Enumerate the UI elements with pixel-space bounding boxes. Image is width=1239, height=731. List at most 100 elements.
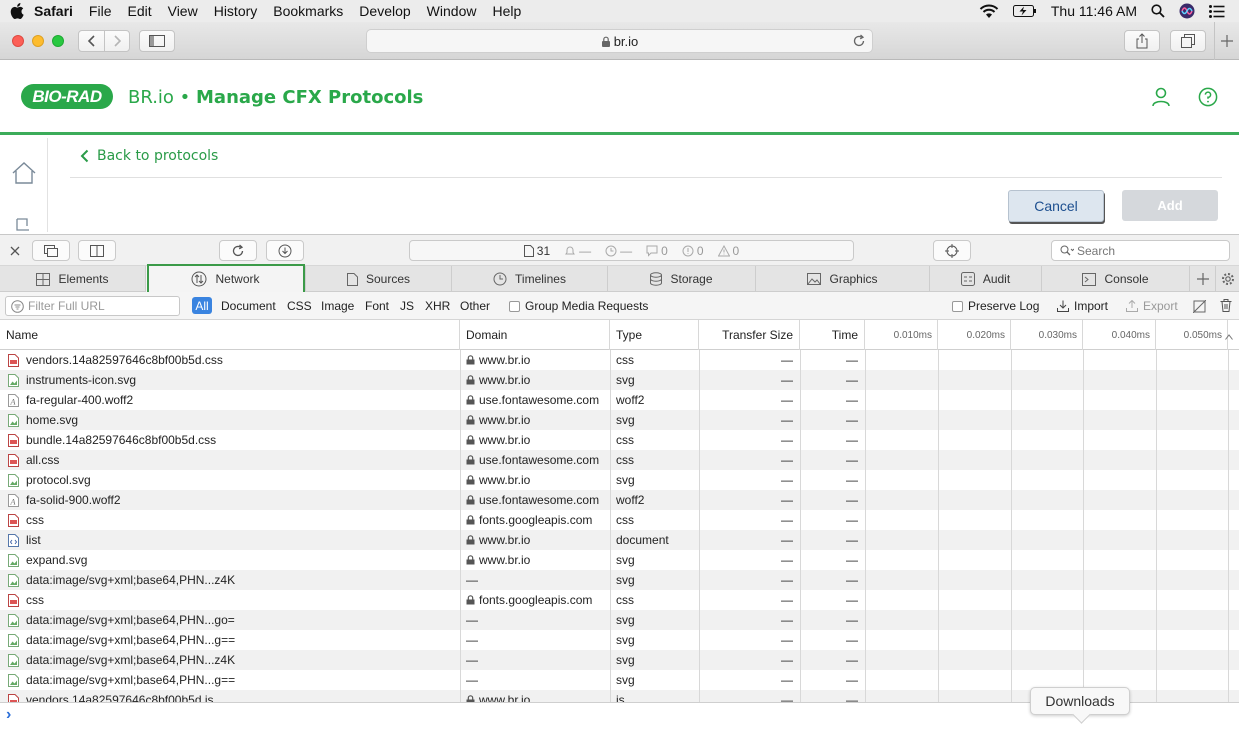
download-archive-button[interactable] — [266, 240, 304, 261]
preserve-log-checkbox[interactable]: Preserve Log — [952, 299, 1039, 313]
menu-window[interactable]: Window — [427, 3, 477, 19]
table-row[interactable]: list www.br.io document — — — [0, 530, 1239, 550]
dock-side-button[interactable] — [78, 240, 116, 261]
resource-status-pill[interactable]: 31 — — 0 0 0 — [409, 240, 854, 261]
filter-url-input[interactable]: Filter Full URL — [5, 296, 180, 316]
spotlight-search-icon[interactable] — [1151, 4, 1165, 18]
forward-arrow-icon[interactable] — [105, 34, 129, 48]
menu-history[interactable]: History — [214, 3, 258, 19]
table-row[interactable]: all.css use.fontawesome.com css — — — [0, 450, 1239, 470]
back-to-protocols-link[interactable]: Back to protocols — [80, 148, 218, 164]
column-header-type[interactable]: Type — [610, 320, 699, 350]
sidebar-toggle-button[interactable] — [139, 30, 175, 52]
share-button[interactable] — [1124, 30, 1160, 52]
trash-icon[interactable] — [1220, 299, 1232, 312]
cell-domain: — — [466, 650, 606, 670]
resource-type: svg — [616, 473, 635, 487]
add-button[interactable]: Add — [1122, 190, 1218, 221]
tab-sources[interactable]: Sources — [306, 266, 452, 292]
tab-timelines[interactable]: Timelines — [452, 266, 608, 292]
add-tab-button[interactable] — [1190, 266, 1216, 292]
tab-audit[interactable]: Audit — [930, 266, 1042, 292]
reload-icon[interactable] — [852, 34, 866, 48]
zoom-window-button[interactable] — [52, 35, 64, 47]
table-row[interactable]: css fonts.googleapis.com css — — — [0, 510, 1239, 530]
filter-type-all[interactable]: All — [192, 297, 212, 314]
menu-file[interactable]: File — [89, 3, 112, 19]
home-icon[interactable] — [11, 161, 37, 185]
menu-help[interactable]: Help — [492, 3, 521, 19]
export-button[interactable]: Export — [1126, 299, 1178, 313]
filter-type-css[interactable]: CSS — [287, 299, 312, 313]
table-row[interactable]: data:image/svg+xml;base64,PHN...z4K — svg —… — [0, 650, 1239, 670]
table-row[interactable]: vendors.14a82597646c8bf00b5d.css www.br.i… — [0, 350, 1239, 370]
column-header-name[interactable]: Name — [0, 320, 460, 350]
table-row[interactable]: css fonts.googleapis.com css — — — [0, 590, 1239, 610]
help-icon[interactable] — [1198, 87, 1218, 107]
tab-network[interactable]: Network — [146, 266, 306, 292]
reload-page-button[interactable] — [219, 240, 257, 261]
minimize-window-button[interactable] — [32, 35, 44, 47]
table-row[interactable]: data:image/svg+xml;base64,PHN...z4K — svg —… — [0, 570, 1239, 590]
table-row[interactable]: expand.svg www.br.io svg — — — [0, 550, 1239, 570]
menu-develop[interactable]: Develop — [359, 3, 410, 19]
group-media-requests-checkbox[interactable]: Group Media Requests — [509, 299, 648, 313]
detach-inspector-button[interactable] — [32, 240, 70, 261]
menu-view[interactable]: View — [168, 3, 198, 19]
cancel-button[interactable]: Cancel — [1008, 190, 1104, 222]
wifi-icon[interactable] — [979, 4, 999, 19]
column-header-transfer-size[interactable]: Transfer Size — [699, 320, 800, 350]
element-picker-button[interactable] — [933, 240, 971, 261]
tabs-overview-button[interactable] — [1170, 30, 1206, 52]
back-forward-buttons[interactable] — [78, 30, 130, 52]
cell-name: css — [8, 510, 456, 530]
document-icon — [523, 244, 534, 257]
bio-rad-logo[interactable]: BIO-RAD — [21, 84, 113, 109]
notification-center-icon[interactable] — [1209, 4, 1225, 18]
column-header-time[interactable]: Time — [800, 320, 865, 350]
protocol-icon[interactable] — [15, 218, 31, 232]
new-tab-button[interactable] — [1214, 22, 1239, 60]
tab-storage[interactable]: Storage — [608, 266, 756, 292]
network-table-body: vendors.14a82597646c8bf00b5d.css www.br.i… — [0, 350, 1239, 702]
filter-type-font[interactable]: Font — [365, 299, 389, 313]
battery-icon[interactable] — [1012, 5, 1037, 17]
filter-type-image[interactable]: Image — [321, 299, 354, 313]
inspector-settings-button[interactable] — [1216, 266, 1239, 292]
table-row[interactable]: bundle.14a82597646c8bf00b5d.css www.br.io… — [0, 430, 1239, 450]
sort-ascending-icon[interactable] — [1225, 334, 1233, 340]
table-row[interactable]: data:image/svg+xml;base64,PHN...g== — svg —… — [0, 630, 1239, 650]
filter-type-xhr[interactable]: XHR — [425, 299, 450, 313]
close-window-button[interactable] — [12, 35, 24, 47]
tab-graphics[interactable]: Graphics — [756, 266, 930, 292]
menu-bookmarks[interactable]: Bookmarks — [273, 3, 343, 19]
address-bar[interactable]: br.io — [366, 29, 873, 53]
filter-type-other[interactable]: Other — [460, 299, 490, 313]
table-row[interactable]: home.svg www.br.io svg — — — [0, 410, 1239, 430]
table-row[interactable]: instruments-icon.svg www.br.io svg — — — [0, 370, 1239, 390]
tab-console[interactable]: Console — [1042, 266, 1190, 292]
user-account-icon[interactable] — [1152, 87, 1170, 107]
filter-type-document[interactable]: Document — [221, 299, 276, 313]
back-arrow-icon[interactable] — [80, 34, 104, 48]
filter-type-js[interactable]: JS — [400, 299, 414, 313]
menu-clock[interactable]: Thu 11:46 AM — [1051, 3, 1137, 19]
resource-name: vendors.14a82597646c8bf00b5d.css — [26, 353, 223, 367]
menu-app-safari[interactable]: Safari — [34, 3, 73, 19]
timeline-tick: 0.050ms — [1156, 320, 1228, 350]
table-row[interactable]: Afa-solid-900.woff2 use.fontawesome.com wo… — [0, 490, 1239, 510]
tab-elements[interactable]: Elements — [0, 266, 146, 292]
column-header-domain[interactable]: Domain — [460, 320, 610, 350]
close-inspector-icon[interactable] — [10, 246, 20, 256]
resource-time: — — [846, 373, 858, 387]
menu-edit[interactable]: Edit — [127, 3, 151, 19]
table-row[interactable]: protocol.svg www.br.io svg — — — [0, 470, 1239, 490]
table-row[interactable]: data:image/svg+xml;base64,PHN...go= — svg —… — [0, 610, 1239, 630]
siri-icon[interactable] — [1179, 3, 1195, 19]
disable-cache-icon[interactable] — [1193, 300, 1206, 313]
import-button[interactable]: Import — [1057, 299, 1108, 313]
table-row[interactable]: Afa-regular-400.woff2 use.fontawesome.com… — [0, 390, 1239, 410]
inspector-search-input[interactable]: Search — [1051, 240, 1230, 261]
apple-menu-icon[interactable] — [10, 3, 24, 19]
cell-type: woff2 — [616, 490, 696, 510]
